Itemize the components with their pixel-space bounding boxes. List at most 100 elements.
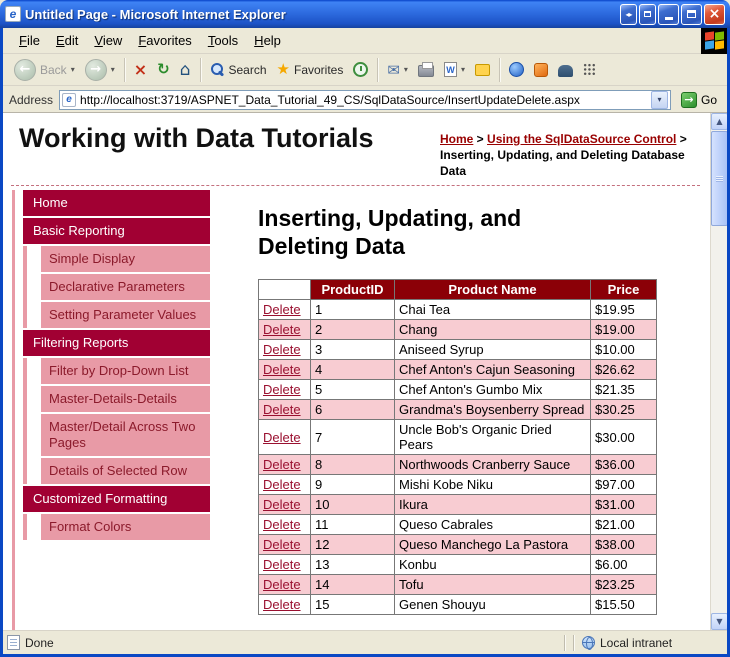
window-title: Untitled Page - Microsoft Internet Explo… [25, 6, 286, 22]
delete-link[interactable]: Delete [263, 497, 301, 512]
delete-link[interactable]: Delete [263, 537, 301, 552]
productid-cell: 14 [310, 574, 395, 595]
sidebar-subgroup: Format Colors [23, 514, 210, 540]
refresh-button[interactable]: ↻ [152, 59, 175, 80]
delete-link[interactable]: Delete [263, 342, 301, 357]
delete-link[interactable]: Delete [263, 382, 301, 397]
print-icon [417, 62, 434, 77]
history-button[interactable] [348, 59, 373, 80]
mail-button[interactable]: ✉ ▾ [382, 60, 413, 80]
menu-edit[interactable]: Edit [48, 30, 86, 51]
delete-link[interactable]: Delete [263, 302, 301, 317]
title-bar[interactable]: e Untitled Page - Microsoft Internet Exp… [0, 0, 730, 28]
status-separator [564, 634, 565, 651]
grid-button[interactable] [578, 60, 601, 79]
sidebar-item-details-of-selected-row[interactable]: Details of Selected Row [41, 458, 210, 484]
home-icon: ⌂ [179, 59, 191, 80]
product-row: Delete 15 Genen Shouyu $15.50 [258, 594, 657, 615]
sidebar-section-basic-reporting[interactable]: Basic Reporting [23, 218, 210, 244]
forward-dropdown-icon[interactable]: ▾ [111, 65, 115, 74]
menu-view[interactable]: View [86, 30, 130, 51]
vertical-scrollbar[interactable]: ▲ ▼ [710, 113, 728, 630]
print-button[interactable] [413, 59, 439, 80]
address-dropdown-button[interactable]: ▾ [650, 90, 668, 109]
toolbar-separator [377, 57, 379, 82]
delete-link[interactable]: Delete [263, 402, 301, 417]
refresh-icon: ↻ [157, 60, 170, 78]
grid-dots-icon [582, 63, 596, 76]
stop-button[interactable]: × [129, 59, 152, 81]
sidebar-item-declarative-parameters[interactable]: Declarative Parameters [41, 274, 210, 300]
sidebar-item-format-colors[interactable]: Format Colors [41, 514, 210, 540]
forward-button[interactable]: → ▾ [80, 56, 120, 84]
maximize-button[interactable] [681, 3, 702, 25]
price-cell: $31.00 [590, 494, 657, 515]
delete-link[interactable]: Delete [263, 477, 301, 492]
delete-link[interactable]: Delete [263, 430, 301, 445]
menu-tools[interactable]: Tools [200, 30, 246, 51]
home-button[interactable]: ⌂ [175, 59, 196, 81]
done-page-icon [7, 635, 20, 650]
research-button[interactable] [553, 60, 578, 80]
scrollbar-thumb[interactable] [711, 131, 728, 226]
sidebar-item-master-details-details[interactable]: Master-Details-Details [41, 386, 210, 412]
messenger-button[interactable] [504, 59, 529, 80]
update-button[interactable] [529, 60, 553, 80]
price-cell: $19.95 [590, 299, 657, 320]
edit-dropdown-icon[interactable]: ▾ [461, 65, 465, 74]
productname-cell: Uncle Bob's Organic Dried Pears [394, 419, 591, 455]
back-dropdown-icon[interactable]: ▾ [71, 65, 75, 74]
sidebar-item-simple-display[interactable]: Simple Display [41, 246, 210, 272]
price-cell: $21.00 [590, 514, 657, 535]
sidebar-section-customized-formatting[interactable]: Customized Formatting [23, 486, 210, 512]
delete-link[interactable]: Delete [263, 457, 301, 472]
close-button[interactable]: × [704, 3, 725, 25]
delete-link[interactable]: Delete [263, 577, 301, 592]
window-extra-button[interactable] [639, 3, 656, 25]
menu-favorites[interactable]: Favorites [130, 30, 199, 51]
breadcrumb-link-using-the-sqldatasource-control[interactable]: Using the SqlDataSource Control [487, 132, 676, 146]
edit-button[interactable]: W ▾ [439, 59, 470, 80]
menu-bar: File Edit View Favorites Tools Help [3, 27, 727, 54]
products-grid: ProductID Product Name Price Delete 1 Chai… [258, 279, 657, 615]
breadcrumb-link-home[interactable]: Home [440, 132, 473, 146]
scroll-down-button[interactable]: ▼ [711, 613, 728, 630]
price-cell: $36.00 [590, 454, 657, 475]
favorites-button[interactable]: ★ Favorites [272, 59, 349, 80]
delete-cell: Delete [258, 474, 311, 495]
delete-cell: Delete [258, 299, 311, 320]
minimize-button[interactable] [658, 3, 679, 25]
back-button[interactable]: ← Back ▾ [9, 56, 80, 84]
sidebar-item-setting-parameter-values[interactable]: Setting Parameter Values [41, 302, 210, 328]
address-input[interactable]: e http://localhost:3719/ASPNET_Data_Tuto… [59, 89, 671, 110]
productname-cell: Chai Tea [394, 299, 591, 320]
sidebar-item-filter-by-drop-down-list[interactable]: Filter by Drop-Down List [41, 358, 210, 384]
delete-column-header [258, 279, 311, 300]
product-row: Delete 11 Queso Cabrales $21.00 [258, 514, 657, 535]
price-cell: $21.35 [590, 379, 657, 400]
productid-cell: 7 [310, 419, 395, 455]
menu-help[interactable]: Help [246, 30, 289, 51]
productid-cell: 5 [310, 379, 395, 400]
sidebar-item-master-detail-across-two-pages[interactable]: Master/Detail Across Two Pages [41, 414, 210, 456]
mail-dropdown-icon[interactable]: ▾ [404, 65, 408, 74]
delete-link[interactable]: Delete [263, 597, 301, 612]
sidebar-section-home[interactable]: Home [23, 190, 210, 216]
price-cell: $19.00 [590, 319, 657, 340]
search-button[interactable]: Search [205, 59, 272, 80]
site-title: Working with Data Tutorials [19, 123, 374, 153]
go-button[interactable]: → Go [677, 90, 721, 110]
discuss-button[interactable] [470, 61, 495, 79]
delete-link[interactable]: Delete [263, 557, 301, 572]
delete-link[interactable]: Delete [263, 322, 301, 337]
menu-file[interactable]: File [11, 30, 48, 51]
delete-cell: Delete [258, 534, 311, 555]
delete-link[interactable]: Delete [263, 362, 301, 377]
scroll-up-button[interactable]: ▲ [711, 113, 728, 130]
sidebar-section-filtering-reports[interactable]: Filtering Reports [23, 330, 210, 356]
toolbar-separator [123, 57, 125, 82]
restore-pair-button[interactable]: ◂▸ [620, 3, 637, 25]
delete-link[interactable]: Delete [263, 517, 301, 532]
page-icon: e [62, 92, 77, 107]
price-cell: $30.25 [590, 399, 657, 420]
